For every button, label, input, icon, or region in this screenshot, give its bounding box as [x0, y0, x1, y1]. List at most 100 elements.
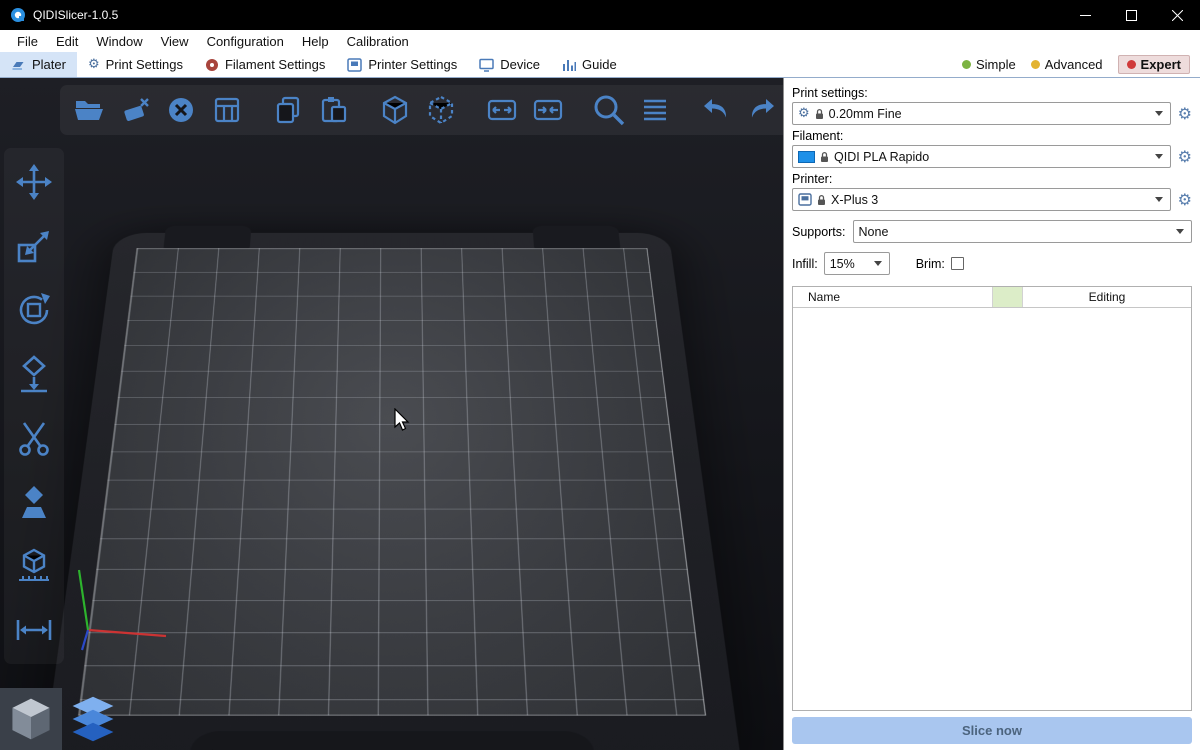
tab-device[interactable]: Device [468, 52, 551, 77]
variable-layer-height-button[interactable] [636, 91, 674, 129]
split-objects-icon [486, 94, 518, 126]
print-settings-value: 0.20mm Fine [829, 107, 902, 121]
paste-button[interactable] [315, 91, 353, 129]
chevron-down-icon [1155, 197, 1163, 202]
left-toolbar [4, 148, 64, 664]
plater-icon [11, 58, 26, 72]
menu-bar: File Edit Window View Configuration Help… [0, 30, 1200, 52]
layers-stack-icon [67, 693, 119, 745]
tab-filament-settings[interactable]: Filament Settings [194, 52, 336, 77]
tab-bar: Plater ⚙ Print Settings Filament Setting… [0, 52, 1200, 78]
rotate-tool-button[interactable] [12, 288, 56, 332]
print-bed [39, 233, 744, 750]
brim-checkbox[interactable] [951, 257, 964, 270]
filament-combo[interactable]: QIDI PLA Rapido [792, 145, 1171, 168]
mode-expert[interactable]: Expert [1118, 55, 1190, 74]
add-instance-icon [379, 94, 411, 126]
printer-value: X-Plus 3 [831, 193, 878, 207]
delete-button[interactable] [116, 91, 154, 129]
mode-simple[interactable]: Simple [962, 57, 1016, 72]
top-toolbar [60, 85, 783, 135]
arrange-button[interactable] [208, 91, 246, 129]
scale-icon [14, 226, 54, 266]
filament-spool-icon [205, 58, 219, 72]
move-icon [14, 162, 54, 202]
undo-icon [700, 94, 732, 126]
menu-edit[interactable]: Edit [47, 34, 87, 49]
tab-guide[interactable]: Guide [551, 52, 628, 77]
supports-label: Supports: [792, 225, 846, 239]
print-settings-combo[interactable]: ⚙ 0.20mm Fine [792, 102, 1171, 125]
redo-icon [746, 94, 778, 126]
infill-select[interactable]: 15% [824, 252, 890, 275]
scale-tool-button[interactable] [12, 224, 56, 268]
printer-label: Printer: [792, 172, 1192, 186]
mode-advanced[interactable]: Advanced [1031, 57, 1103, 72]
supports-select[interactable]: None [853, 220, 1192, 243]
chevron-down-icon [874, 261, 882, 266]
editor-view-toggle[interactable] [0, 688, 62, 750]
minimize-button[interactable] [1062, 0, 1108, 30]
maximize-button[interactable] [1108, 0, 1154, 30]
close-button[interactable] [1154, 0, 1200, 30]
copy-button[interactable] [269, 91, 307, 129]
chevron-down-icon [1155, 154, 1163, 159]
column-header-extruder-color [993, 287, 1023, 307]
filament-label: Filament: [792, 129, 1192, 143]
remove-instance-icon [425, 94, 457, 126]
measure-tool-button[interactable] [12, 544, 56, 588]
view-toggles [0, 688, 124, 750]
app-window: QIDISlicer-1.0.5 File Edit Window View C… [0, 0, 1200, 750]
open-file-button[interactable] [70, 91, 108, 129]
printer-gear-button[interactable]: ⚙ [1178, 192, 1192, 208]
preview-view-toggle[interactable] [62, 688, 124, 750]
place-on-face-tool-button[interactable] [12, 352, 56, 396]
split-to-parts-button[interactable] [529, 91, 567, 129]
split-to-objects-button[interactable] [483, 91, 521, 129]
object-list-body[interactable] [793, 308, 1191, 710]
tab-plater[interactable]: Plater [0, 52, 77, 77]
print-settings-icon: ⚙ [88, 58, 100, 71]
add-instance-button[interactable] [376, 91, 414, 129]
infill-value: 15% [830, 257, 855, 271]
printer-combo[interactable]: X-Plus 3 [792, 188, 1171, 211]
3d-viewport[interactable] [0, 78, 783, 750]
tab-printer-settings[interactable]: Printer Settings [336, 52, 468, 77]
menu-calibration[interactable]: Calibration [338, 34, 418, 49]
cube-3d-icon [5, 693, 57, 745]
delete-all-icon [165, 94, 197, 126]
tab-print-settings[interactable]: ⚙ Print Settings [77, 52, 194, 77]
search-button[interactable] [590, 91, 628, 129]
slice-now-button[interactable]: Slice now [792, 717, 1192, 744]
paint-supports-tool-button[interactable] [12, 480, 56, 524]
menu-help[interactable]: Help [293, 34, 338, 49]
ruler-tool-button[interactable] [12, 608, 56, 652]
arrange-icon [211, 94, 243, 126]
object-list-table: Name Editing [792, 286, 1192, 711]
folder-open-icon [73, 94, 105, 126]
place-on-face-icon [14, 354, 54, 394]
print-settings-gear-button[interactable]: ⚙ [1178, 106, 1192, 122]
menu-window[interactable]: Window [87, 34, 151, 49]
printer-icon [347, 58, 362, 72]
menu-file[interactable]: File [8, 34, 47, 49]
printer-mini-icon [798, 193, 812, 206]
remove-instance-button[interactable] [422, 91, 460, 129]
delete-all-button[interactable] [162, 91, 200, 129]
infill-label: Infill: [792, 257, 818, 271]
move-tool-button[interactable] [12, 160, 56, 204]
bed-grid [77, 248, 705, 715]
supports-value: None [859, 225, 889, 239]
delete-eraser-icon [119, 94, 151, 126]
menu-configuration[interactable]: Configuration [198, 34, 293, 49]
menu-view[interactable]: View [152, 34, 198, 49]
split-parts-icon [532, 94, 564, 126]
measure-icon [14, 546, 54, 586]
cut-tool-button[interactable] [12, 416, 56, 460]
redo-button[interactable] [743, 91, 781, 129]
device-monitor-icon [479, 58, 494, 72]
undo-button[interactable] [697, 91, 735, 129]
title-bar: QIDISlicer-1.0.5 [0, 0, 1200, 30]
filament-gear-button[interactable]: ⚙ [1178, 149, 1192, 165]
paint-supports-icon [14, 482, 54, 522]
